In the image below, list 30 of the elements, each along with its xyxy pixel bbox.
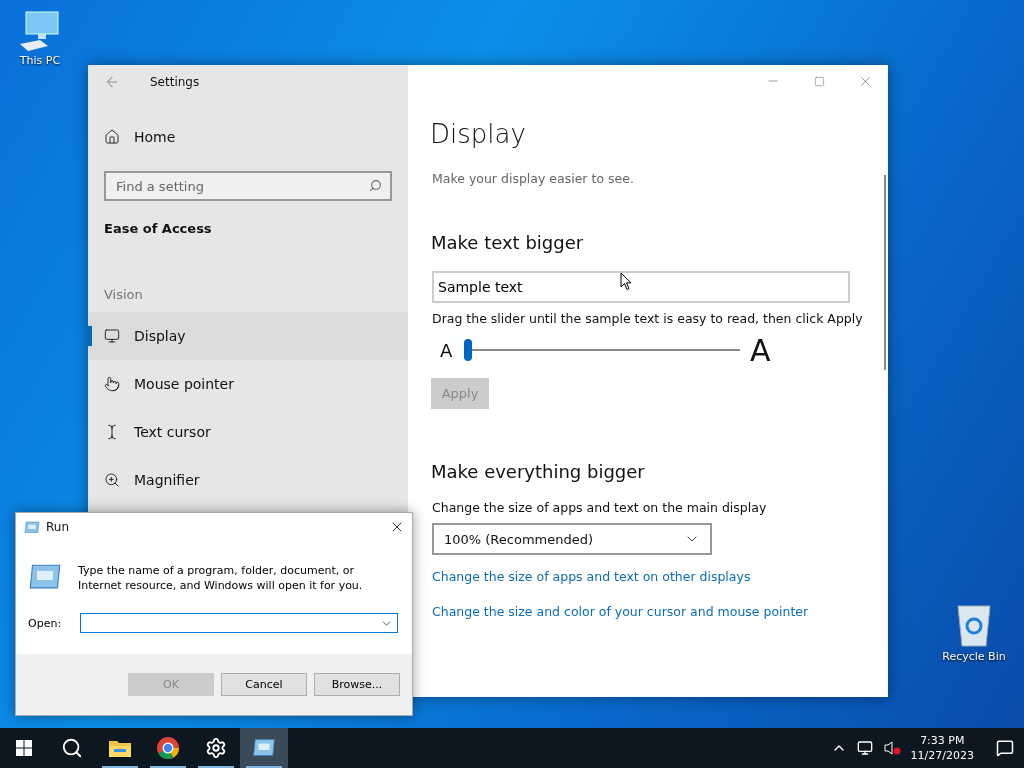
sidebar-item[interactable]: Text cursor: [88, 408, 408, 456]
category-heading: Ease of Access: [103, 220, 213, 238]
small-a-label: A: [440, 339, 454, 361]
clock[interactable]: 7:33 PM 11/27/2023: [910, 733, 974, 763]
dialog-button[interactable]: Browse...: [314, 673, 400, 696]
open-label: Open:: [28, 616, 63, 630]
window-title: Settings: [150, 75, 200, 89]
desktop-icon-label[interactable]: This PC: [19, 54, 61, 67]
dropdown-label: Change the size of apps and text on the main display: [432, 500, 768, 515]
dialog-button[interactable]: Cancel: [221, 673, 307, 696]
sidebar-item[interactable]: Magnifier: [88, 456, 408, 504]
slider-hint: Drag the slider until the sample text is easy to read, then click Apply: [432, 311, 864, 326]
settings-link[interactable]: Change the size and color of your cursor and mouse pointer: [432, 604, 809, 619]
group-heading: Vision: [103, 286, 144, 304]
section-heading: Make everything bigger: [431, 461, 646, 482]
scale-dropdown[interactable]: 100% (Recommended): [432, 523, 712, 555]
dialog-message: Type the name of a program, folder, document, or Internet resource, and Windows will open it for you.: [78, 563, 364, 593]
home-nav-item[interactable]: Home: [88, 113, 408, 161]
settings-link[interactable]: Change the size of apps and text on other displays: [432, 569, 751, 584]
search-field[interactable]: Find a setting: [104, 171, 392, 201]
dialog-title: Run: [46, 520, 69, 534]
desktop-icon-label[interactable]: Recycle Bin: [942, 650, 1006, 663]
page-title: Display: [430, 119, 527, 149]
sidebar-item[interactable]: Display: [88, 312, 408, 360]
large-a-label: A: [750, 332, 771, 368]
page-subtitle: Make your display easier to see.: [432, 171, 635, 186]
time-text: 7:33 PM: [920, 733, 965, 748]
date-text: 11/27/2023: [910, 748, 974, 763]
sidebar-item[interactable]: Mouse pointer: [88, 360, 408, 408]
section-heading: Make text bigger: [431, 232, 585, 253]
